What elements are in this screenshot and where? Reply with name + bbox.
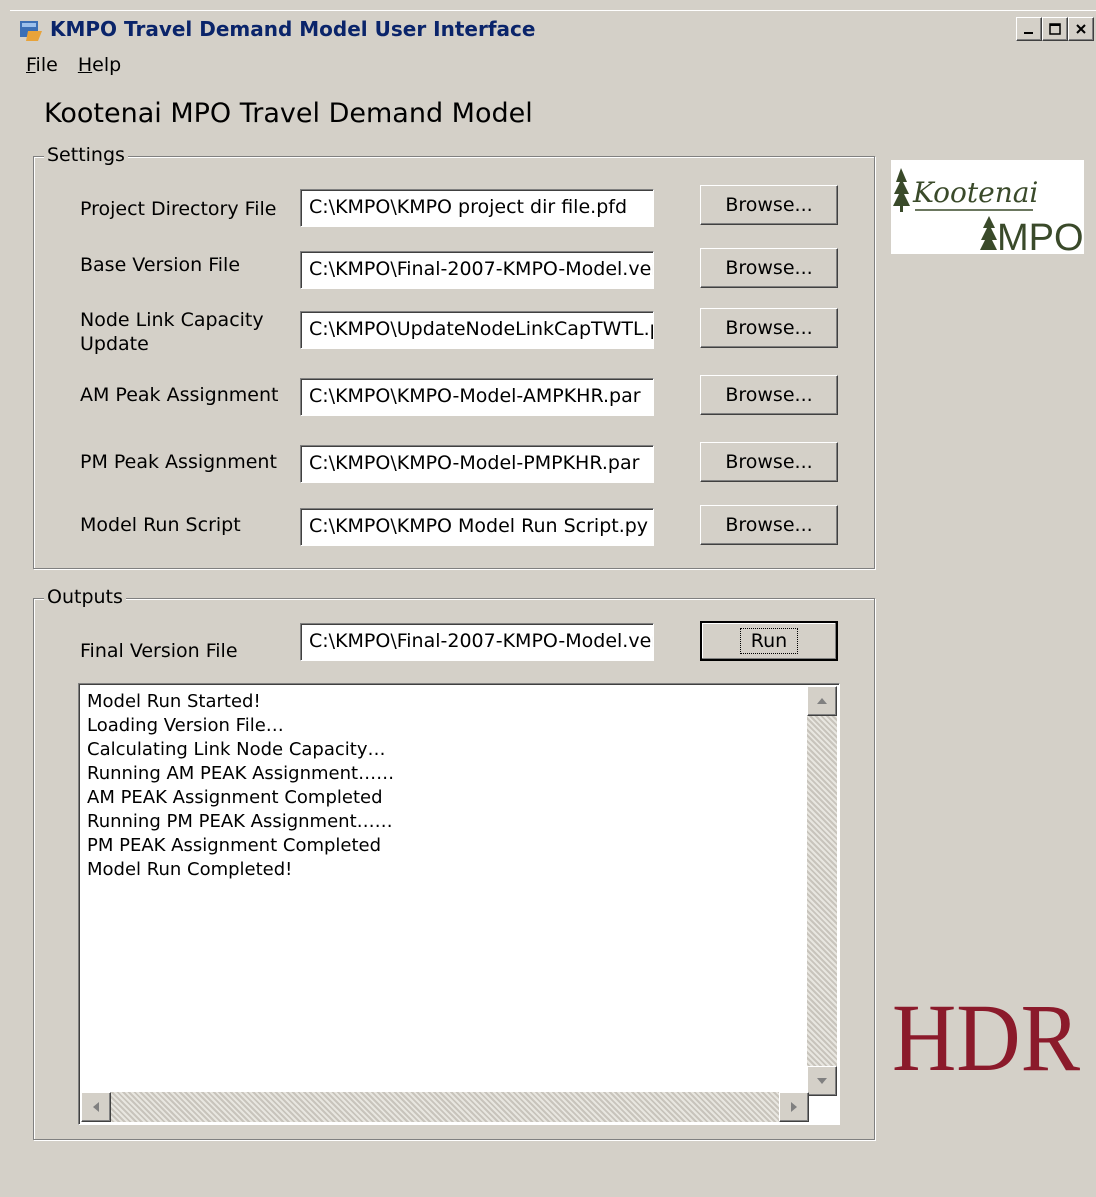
final-version-label: Final Version File <box>80 640 238 662</box>
model-run-script-input[interactable]: C:\KMPO\KMPO Model Run Script.py <box>300 508 654 546</box>
scroll-down-button[interactable] <box>807 1066 837 1096</box>
scroll-right-button[interactable] <box>779 1092 809 1122</box>
page-title: Kootenai MPO Travel Demand Model <box>44 98 533 129</box>
arrow-down-icon <box>817 1078 827 1084</box>
browse-label: Browse... <box>725 317 813 339</box>
hdr-logo-graphic: HDR <box>892 984 1080 1091</box>
window-title: KMPO Travel Demand Model User Interface <box>50 17 536 41</box>
menu-help-mnemonic: H <box>77 54 93 76</box>
base-version-input[interactable]: C:\KMPO\Final-2007-KMPO-Model.ver <box>300 251 654 289</box>
maximize-icon <box>1049 23 1061 35</box>
node-link-capacity-label: Node Link Capacity Update <box>80 309 264 355</box>
log-lines: Model Run Started! Loading Version File…… <box>87 690 394 882</box>
scroll-left-button[interactable] <box>81 1092 111 1122</box>
run-label: Run <box>739 628 799 654</box>
log-line: Loading Version File… <box>87 715 284 736</box>
arrow-up-icon <box>817 698 827 704</box>
browse-label: Browse... <box>725 514 813 536</box>
pm-peak-input[interactable]: C:\KMPO\KMPO-Model-PMPKHR.par <box>300 445 654 483</box>
maximize-button[interactable] <box>1042 17 1068 41</box>
horizontal-scrollbar[interactable] <box>81 1092 809 1122</box>
am-peak-input[interactable]: C:\KMPO\KMPO-Model-AMPKHR.par <box>300 378 654 416</box>
menu-help[interactable]: Help <box>78 54 121 76</box>
log-line: AM PEAK Assignment Completed <box>87 787 383 808</box>
outputs-group: Outputs Final Version File C:\KMPO\Final… <box>33 586 875 1140</box>
log-line: Calculating Link Node Capacity… <box>87 739 386 760</box>
settings-group: Settings Project Directory File C:\KMPO\… <box>33 144 875 569</box>
browse-pm-peak-button[interactable]: Browse... <box>700 442 838 482</box>
kootenai-logo-text: Kootenai <box>912 176 1038 209</box>
title-bar[interactable]: KMPO Travel Demand Model User Interface <box>10 10 1096 48</box>
log-line: Model Run Started! <box>87 691 261 712</box>
menu-file[interactable]: File <box>26 54 58 76</box>
app-icon <box>20 21 42 41</box>
log-line: Running PM PEAK Assignment…… <box>87 811 393 832</box>
browse-label: Browse... <box>725 384 813 406</box>
model-run-script-label: Model Run Script <box>80 514 241 536</box>
close-button[interactable] <box>1068 17 1094 41</box>
hdr-logo: HDR <box>892 984 1082 1091</box>
pm-peak-label: PM Peak Assignment <box>80 451 277 473</box>
close-icon <box>1076 24 1086 34</box>
log-output[interactable]: Model Run Started! Loading Version File…… <box>78 683 840 1125</box>
am-peak-label: AM Peak Assignment <box>80 384 279 406</box>
log-line: Running AM PEAK Assignment…… <box>87 763 395 784</box>
mpo-logo-text: MPO <box>997 217 1084 254</box>
outputs-legend: Outputs <box>44 586 126 608</box>
browse-label: Browse... <box>725 257 813 279</box>
arrow-right-icon <box>791 1102 797 1112</box>
project-directory-input[interactable]: C:\KMPO\KMPO project dir file.pfd <box>300 189 654 227</box>
kootenai-logo-graphic: Kootenai MPO <box>893 168 1084 259</box>
node-link-capacity-input[interactable]: C:\KMPO\UpdateNodeLinkCapTWTL.p <box>300 311 654 349</box>
log-line: Model Run Completed! <box>87 859 293 880</box>
browse-am-peak-button[interactable]: Browse... <box>700 375 838 415</box>
hdr-logo-text: HDR <box>892 986 1080 1078</box>
menu-file-label: ile <box>35 54 58 76</box>
browse-base-version-button[interactable]: Browse... <box>700 248 838 288</box>
base-version-label: Base Version File <box>80 254 241 276</box>
menu-bar: File Help <box>26 54 135 80</box>
browse-node-link-capacity-button[interactable]: Browse... <box>700 308 838 348</box>
menu-file-mnemonic: F <box>26 54 36 76</box>
project-directory-label: Project Directory File <box>80 198 277 220</box>
browse-model-run-script-button[interactable]: Browse... <box>700 505 838 545</box>
menu-help-label: elp <box>92 54 122 76</box>
minimize-button[interactable] <box>1016 17 1042 41</box>
kootenai-mpo-logo: Kootenai MPO <box>891 160 1084 259</box>
arrow-left-icon <box>93 1102 99 1112</box>
minimize-icon <box>1024 32 1033 34</box>
scroll-up-button[interactable] <box>807 686 837 716</box>
log-line: PM PEAK Assignment Completed <box>87 835 382 856</box>
settings-legend: Settings <box>44 144 128 166</box>
browse-label: Browse... <box>725 451 813 473</box>
run-button[interactable]: Run <box>700 621 838 661</box>
final-version-input[interactable]: C:\KMPO\Final-2007-KMPO-Model.ver <box>300 623 654 661</box>
browse-project-directory-button[interactable]: Browse... <box>700 185 838 225</box>
vertical-scrollbar[interactable] <box>807 686 837 1096</box>
browse-label: Browse... <box>725 194 813 216</box>
